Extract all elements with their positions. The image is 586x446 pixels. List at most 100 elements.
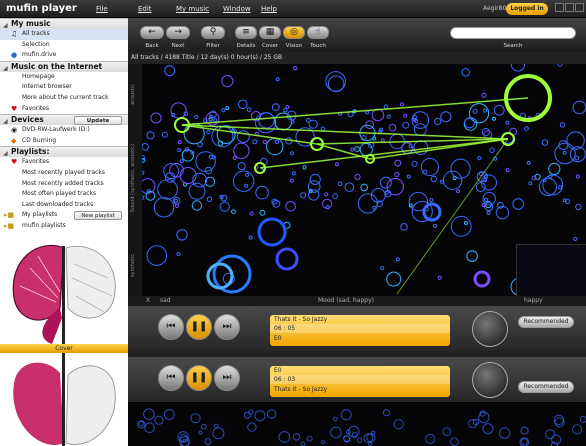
viz-close-icon[interactable]: X (146, 296, 150, 306)
sidebar-item-dvd[interactable]: ◉ DVD-RW-Laufwerk (D:) (0, 125, 128, 136)
track-bubble[interactable] (322, 198, 333, 209)
track-bubble[interactable] (489, 147, 495, 153)
track-bubble[interactable] (492, 116, 496, 121)
next-button[interactable]: → (166, 26, 190, 39)
track-bubble[interactable] (394, 159, 402, 167)
volume-knob[interactable] (472, 311, 508, 347)
menu-file[interactable]: File (96, 5, 108, 13)
track-bubble[interactable] (483, 108, 488, 113)
track-bubble[interactable] (177, 148, 182, 152)
track-bubble[interactable] (293, 65, 298, 71)
sidebar-item-mufin-playlists[interactable]: ▸■ mufin playlists (0, 221, 128, 232)
recommended-button[interactable]: Recommended (518, 316, 574, 328)
track-bubble[interactable] (573, 236, 578, 241)
track-bubble[interactable] (399, 102, 405, 107)
eq-setting[interactable]: E0 (270, 366, 450, 375)
track-bubble[interactable] (394, 171, 400, 178)
sidebar-item-selection[interactable]: Selection (0, 40, 128, 51)
track-bubble[interactable] (146, 245, 168, 266)
details-button[interactable]: ≡ (235, 26, 257, 39)
maximize-button[interactable] (565, 3, 574, 12)
track-bubble[interactable] (495, 205, 510, 220)
track-bubble[interactable] (360, 183, 368, 192)
track-bubble[interactable] (146, 131, 155, 140)
track-bubble[interactable] (524, 126, 529, 131)
track-bubble[interactable] (179, 167, 197, 184)
track-bubble[interactable] (174, 198, 178, 203)
track-bubble[interactable] (225, 106, 230, 111)
track-bubble[interactable] (332, 193, 338, 199)
section-music-internet[interactable]: ◢ Music on the Internet (0, 60, 128, 72)
track-bubble[interactable] (233, 142, 250, 160)
close-button[interactable] (575, 3, 584, 12)
sidebar-item-favorites-web[interactable]: ♥ Favorites (0, 104, 128, 115)
track-bubble[interactable] (473, 270, 491, 288)
new-playlist-button[interactable]: New playlist (74, 211, 122, 221)
track-bubble[interactable] (562, 150, 567, 155)
track-bubble[interactable] (493, 104, 505, 116)
section-playlists[interactable]: ◢ Playlists: (0, 146, 128, 158)
track-bubble[interactable] (271, 103, 280, 112)
next-track-button[interactable]: ⏭ (214, 365, 240, 391)
track-bubble[interactable] (219, 201, 230, 212)
track-bubble[interactable] (252, 139, 258, 145)
track-bubble[interactable] (557, 64, 563, 67)
sidebar-item-homepage[interactable]: Homepage (0, 72, 128, 83)
track-bubble[interactable] (246, 107, 252, 112)
sidebar-item-often-played[interactable]: Most often played tracks (0, 189, 128, 200)
track-bubble[interactable] (283, 108, 288, 113)
track-bubble[interactable] (291, 171, 296, 176)
sidebar-item-cd-burning[interactable]: ◆ CD Burning (0, 136, 128, 147)
track-bubble[interactable] (512, 198, 525, 210)
track-bubble[interactable] (164, 65, 176, 77)
back-button[interactable]: ← (140, 26, 164, 39)
track-bubble[interactable] (221, 108, 226, 113)
minimize-button[interactable] (555, 3, 564, 12)
viz-minimap[interactable] (516, 244, 586, 296)
track-bubble[interactable] (262, 139, 267, 145)
track-bubble[interactable] (559, 122, 566, 128)
track-bubble[interactable] (432, 224, 437, 228)
track-bubble[interactable] (510, 64, 526, 72)
eq-setting[interactable]: E0 (270, 334, 450, 343)
sidebar-item-all-tracks[interactable]: ♫ All tracks (0, 29, 128, 40)
sidebar-item-my-playlists[interactable]: ▸■ My playlists New playlist (0, 210, 128, 221)
update-button[interactable]: Update (74, 116, 122, 126)
search-input[interactable] (450, 27, 576, 39)
track-bubble[interactable] (206, 262, 234, 290)
track-bubble[interactable] (244, 183, 249, 188)
track-bubble[interactable] (379, 176, 392, 189)
track-bubble[interactable] (542, 178, 547, 183)
track-bubble[interactable] (170, 102, 187, 119)
track-bubble[interactable] (411, 160, 418, 167)
track-bubble[interactable] (481, 174, 497, 191)
track-bubble[interactable] (197, 141, 203, 148)
menu-my-music[interactable]: My music (176, 5, 209, 13)
track-bubble[interactable] (306, 118, 311, 123)
filter-button[interactable]: ⚲ (201, 26, 225, 39)
track-bubble[interactable] (357, 193, 378, 214)
track-bubble[interactable] (400, 223, 408, 231)
track-bubble[interactable] (153, 197, 175, 218)
track-bubble[interactable] (464, 221, 468, 225)
touch-button[interactable]: ☝ (307, 26, 329, 39)
track-bubble[interactable] (337, 181, 343, 186)
cover-button[interactable]: ▦ (259, 26, 281, 39)
track-bubble[interactable] (437, 275, 442, 280)
track-bubble[interactable] (466, 250, 478, 262)
track-bubble[interactable] (486, 211, 491, 215)
track-bubble[interactable] (176, 229, 188, 241)
vision-button[interactable]: ◎ (283, 26, 305, 39)
track-bubble[interactable] (505, 168, 510, 173)
track-bubble[interactable] (176, 252, 181, 256)
menu-help[interactable]: Help (261, 5, 277, 13)
menu-edit[interactable]: Edit (138, 5, 152, 13)
track-bubble[interactable] (477, 156, 482, 161)
track-bubble[interactable] (350, 147, 355, 152)
track-bubble[interactable] (430, 175, 437, 183)
sidebar-item-more-about[interactable]: More about the current track (0, 93, 128, 104)
track-bubble[interactable] (572, 100, 586, 115)
track-bubble[interactable] (420, 157, 439, 177)
track-bubble[interactable] (406, 174, 411, 179)
track-bubble[interactable] (191, 200, 203, 211)
